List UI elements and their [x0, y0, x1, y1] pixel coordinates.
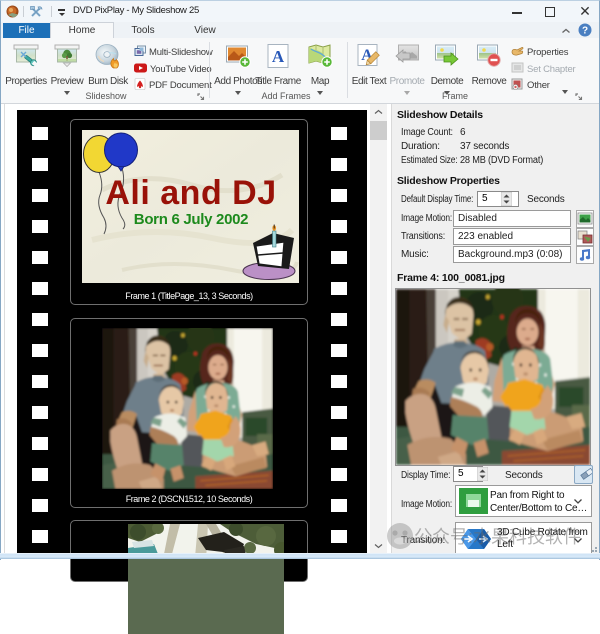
svg-text:Ali and DJ: Ali and DJ: [105, 174, 276, 212]
svg-text:A: A: [272, 47, 285, 66]
svg-text:Born 6 July 2002: Born 6 July 2002: [134, 211, 248, 228]
svg-text:?: ?: [582, 26, 588, 37]
